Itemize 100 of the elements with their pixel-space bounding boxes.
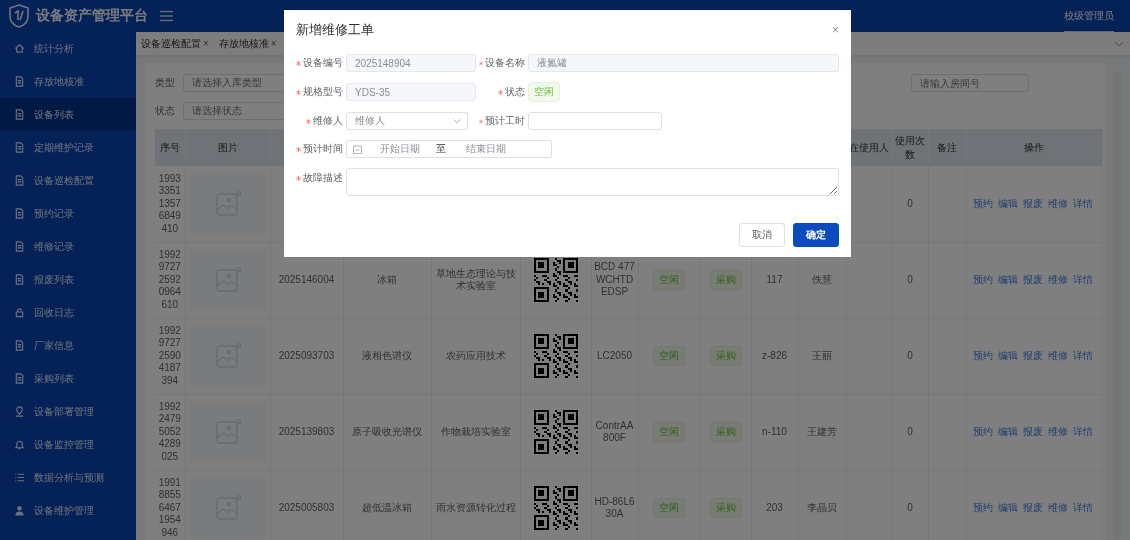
action-link[interactable]: 详情 xyxy=(1072,425,1093,439)
field-label: 维修人 xyxy=(313,114,343,128)
action-link[interactable]: 报废 xyxy=(1022,197,1043,210)
date-range-field[interactable]: 开始日期 至 结束日期 xyxy=(346,140,552,158)
table-cell-text: 草地生态理论与技术实验室 xyxy=(434,267,517,293)
document-icon xyxy=(14,109,25,120)
action-link[interactable]: 预约 xyxy=(972,501,993,515)
filter-label: 状态 xyxy=(155,104,176,118)
user-menu[interactable]: 校级管理员 xyxy=(1064,0,1114,32)
table-cell: n-110 xyxy=(762,425,787,439)
action-link[interactable]: 预约 xyxy=(972,349,993,363)
table-cell: 2025005803 xyxy=(278,501,335,515)
action-link[interactable]: 详情 xyxy=(1072,197,1093,210)
table-cell-text: ContrAA800F xyxy=(594,419,635,445)
menu-icon[interactable] xyxy=(160,10,173,22)
action-link[interactable]: 维修 xyxy=(1047,501,1068,515)
picture-icon xyxy=(214,419,241,445)
picture-icon xyxy=(214,343,241,369)
list-icon xyxy=(14,472,25,483)
status-tag: 空闲 xyxy=(528,82,560,102)
action-link[interactable]: 报废 xyxy=(1022,349,1043,363)
column-header: 序号 xyxy=(159,141,180,153)
qr-code xyxy=(533,410,578,454)
table-cell: 李晶贝 xyxy=(807,501,837,515)
calendar-icon xyxy=(353,144,362,154)
action-link[interactable]: 编辑 xyxy=(997,197,1018,210)
table-cell-text: 1992247950524289025 xyxy=(157,400,182,464)
action-link[interactable]: 预约 xyxy=(972,425,993,439)
action-link[interactable]: 报废 xyxy=(1022,425,1043,439)
sidebar-item[interactable]: 厂家信息 xyxy=(0,329,136,362)
table-cell: LC2050 xyxy=(597,349,632,363)
action-link[interactable]: 维修 xyxy=(1047,197,1068,210)
caret-icon xyxy=(453,118,461,124)
sidebar-item[interactable]: 设备列表 xyxy=(0,98,136,131)
bell-icon xyxy=(14,439,25,450)
sidebar-item[interactable]: 采购列表 xyxy=(0,362,136,395)
field-label: 预计工时 xyxy=(485,114,525,128)
cancel-button[interactable]: 取消 xyxy=(739,223,785,247)
action-link[interactable]: 详情 xyxy=(1072,501,1093,515)
field-label: 设备编号 xyxy=(303,56,343,70)
action-link[interactable]: 详情 xyxy=(1072,349,1093,363)
sidebar-item[interactable]: 报废列表 xyxy=(0,263,136,296)
sidebar-item[interactable]: 数据分析与预测 xyxy=(0,461,136,494)
sidebar-item[interactable]: 定期维护记录 xyxy=(0,131,136,164)
sidebar-item[interactable]: 设备巡检配置 xyxy=(0,164,136,197)
action-link[interactable]: 编辑 xyxy=(997,273,1018,287)
document-icon xyxy=(14,373,25,384)
table-cell-text: 1993335113576849410 xyxy=(157,172,182,235)
table-cell: 王建芳 xyxy=(807,425,837,439)
status-tag: 采购 xyxy=(709,422,742,442)
table-cell: HD-86L630A xyxy=(593,495,636,521)
status-tag: 采购 xyxy=(709,498,742,518)
table-cell: 农药应用技术 xyxy=(445,349,506,363)
description-textarea[interactable] xyxy=(346,168,839,196)
confirm-button[interactable]: 确定 xyxy=(793,223,839,247)
document-icon xyxy=(14,208,25,219)
page-tab[interactable]: 存放地核准 × xyxy=(213,32,282,55)
action-link[interactable]: 报废 xyxy=(1022,273,1043,287)
input-field[interactable] xyxy=(528,112,662,130)
action-link[interactable]: 编辑 xyxy=(997,425,1018,439)
sidebar-item[interactable]: 维修记录 xyxy=(0,230,136,263)
sidebar-item[interactable]: 设备监控管理 xyxy=(0,428,136,461)
table-cell: 作物栽培实验室 xyxy=(440,425,511,439)
shield-logo-icon xyxy=(8,4,30,28)
action-link[interactable]: 预约 xyxy=(972,197,993,210)
search-field[interactable]: 请输入房间号 xyxy=(911,74,1029,92)
sidebar-item[interactable]: 存放地核准 xyxy=(0,65,136,98)
action-link[interactable]: 维修 xyxy=(1047,425,1068,439)
sidebar-item[interactable]: 统计分析 xyxy=(0,32,136,65)
sidebar-item[interactable]: 设备维护管理 xyxy=(0,494,136,527)
action-link[interactable]: 维修 xyxy=(1047,349,1068,363)
chevron-down-icon[interactable] xyxy=(1114,39,1124,48)
table-cell: 冰箱 xyxy=(377,273,397,287)
table-cell-text: 1992972725920964610 xyxy=(157,248,182,312)
table-cell: 0 xyxy=(907,349,913,363)
table-cell: 0 xyxy=(907,501,913,515)
app-title: 设备资产管理平台 xyxy=(36,7,148,25)
select-field[interactable]: 维修人 xyxy=(346,112,468,130)
status-tag: 空闲 xyxy=(653,498,685,518)
document-icon xyxy=(14,142,25,153)
status-tag: 空闲 xyxy=(653,422,685,442)
sidebar-item[interactable]: 预约记录 xyxy=(0,197,136,230)
action-link[interactable]: 预约 xyxy=(972,273,993,287)
document-icon xyxy=(14,274,25,285)
action-link[interactable]: 详情 xyxy=(1072,273,1093,287)
sidebar-item[interactable]: 回收日志 xyxy=(0,296,136,329)
qr-code xyxy=(533,486,578,530)
sidebar-item[interactable]: 设备部署管理 xyxy=(0,395,136,428)
table-cell: 0 xyxy=(907,197,913,210)
action-link[interactable]: 编辑 xyxy=(997,501,1018,515)
action-link[interactable]: 编辑 xyxy=(997,349,1018,363)
close-button[interactable]: × xyxy=(832,23,839,37)
table-cell: 超低温冰箱 xyxy=(362,501,412,515)
page-tab[interactable]: 设备巡检配置 × xyxy=(136,32,214,55)
action-link[interactable]: 报废 xyxy=(1022,501,1043,515)
document-icon xyxy=(14,175,25,186)
status-tag: 空闲 xyxy=(653,346,685,366)
table-cell: 王丽 xyxy=(812,349,832,363)
table-cell: BCD 477WCHTDEDSP xyxy=(593,261,636,299)
action-link[interactable]: 维修 xyxy=(1047,273,1068,287)
